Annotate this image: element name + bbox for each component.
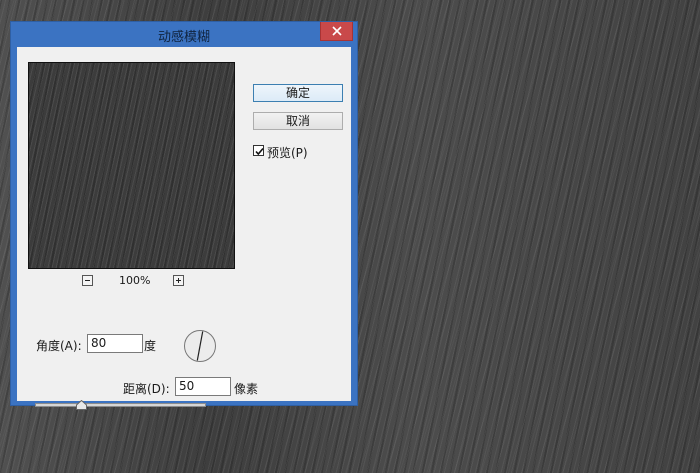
checkmark-icon	[255, 147, 264, 156]
blur-preview[interactable]	[28, 62, 235, 269]
angle-unit: 度	[144, 339, 157, 353]
distance-unit: 像素	[234, 382, 259, 396]
dialog-title: 动感模糊	[157, 30, 210, 45]
angle-dial-icon	[184, 330, 216, 362]
distance-input[interactable]: 50	[175, 377, 231, 396]
close-button[interactable]	[320, 22, 353, 41]
cancel-button[interactable]: 取消	[253, 112, 343, 130]
distance-label: 距离(D):	[123, 382, 170, 396]
angle-dial[interactable]	[183, 329, 217, 366]
preview-label: 预览(P)	[267, 146, 308, 160]
minus-icon	[85, 280, 90, 281]
ok-button[interactable]: 确定	[253, 84, 343, 102]
close-icon	[332, 26, 342, 36]
zoom-in-button[interactable]	[173, 275, 184, 286]
zoom-out-button[interactable]	[82, 275, 93, 286]
angle-label: 角度(A):	[36, 339, 82, 353]
distance-slider-thumb[interactable]	[76, 399, 87, 413]
motion-blur-dialog: 动感模糊 100% 确定 取消 预览(P) 角度(A): 80 度 距离(D):…	[10, 21, 358, 410]
plus-icon	[176, 278, 181, 283]
angle-input[interactable]: 80	[87, 334, 143, 353]
zoom-level: 100%	[119, 274, 151, 287]
title-bar[interactable]: 动感模糊	[11, 22, 357, 47]
distance-slider-track[interactable]	[35, 403, 206, 407]
slider-thumb-icon	[76, 399, 87, 410]
preview-checkbox[interactable]	[253, 145, 264, 156]
dialog-body: 100% 确定 取消 预览(P) 角度(A): 80 度 距离(D): 50 像…	[17, 47, 351, 410]
